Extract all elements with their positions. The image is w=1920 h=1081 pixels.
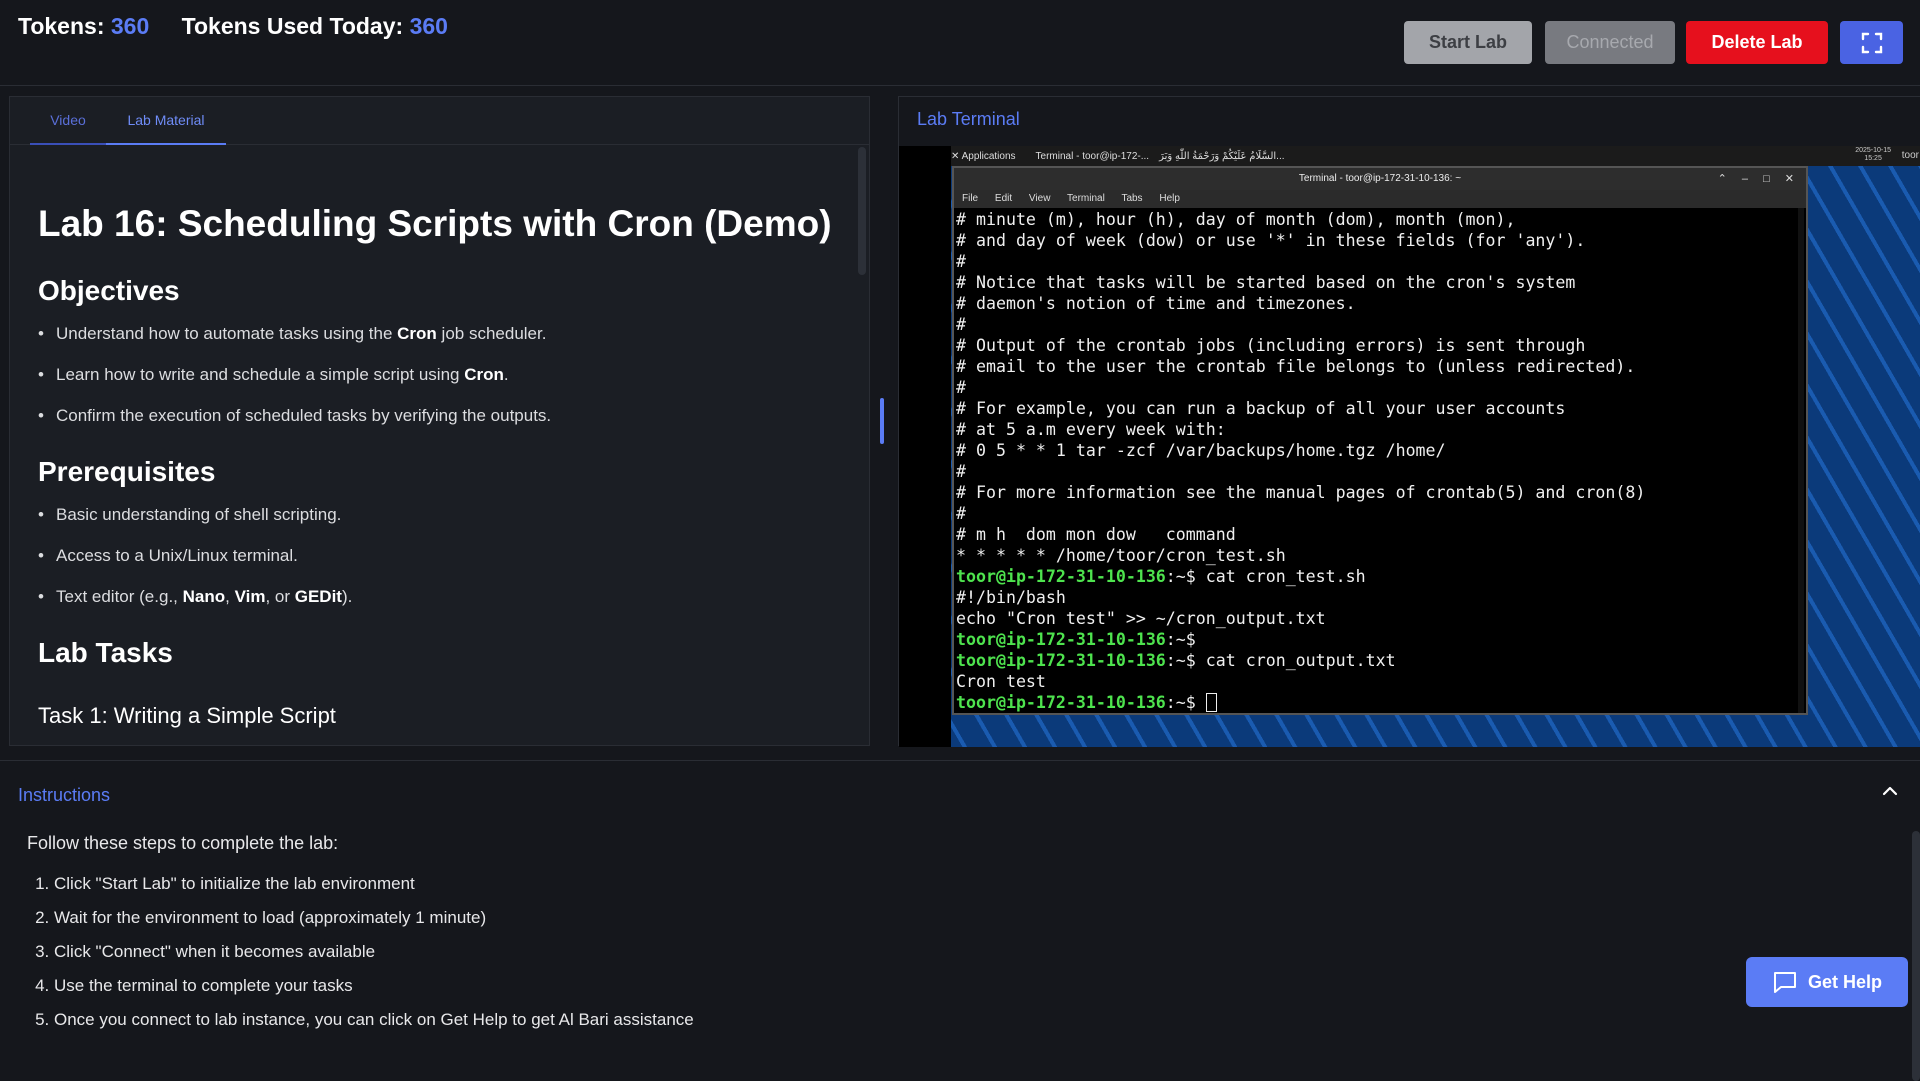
terminal-line: toor@ip-172-31-10-136:~$ cat cron_output… — [956, 651, 1396, 670]
taskbar-arabic[interactable]: السَّلَامُ عَلَيْكُمْ وَرَحْمَةُ اللّٰهِ… — [1159, 151, 1284, 162]
list-item: Understand how to automate tasks using t… — [38, 323, 860, 344]
token-counter: Tokens: 360 Tokens Used Today: 360 — [18, 13, 448, 40]
tab-bar: Video Lab Material — [10, 97, 869, 145]
menu-terminal[interactable]: Terminal — [1067, 193, 1105, 204]
list-item: Click "Connect" when it becomes availabl… — [54, 941, 694, 962]
terminal-line: # email to the user the crontab file bel… — [956, 357, 1636, 376]
terminal-line: * * * * * /home/toor/cron_test.sh — [956, 546, 1286, 565]
tokens-value: 360 — [110, 13, 150, 39]
lab-title: Lab 16: Scheduling Scripts with Cron (De… — [38, 203, 832, 244]
connected-button[interactable]: Connected — [1545, 21, 1675, 64]
tokens-label: Tokens: — [18, 13, 105, 39]
tokens-used-label: Tokens Used Today: — [181, 13, 404, 39]
material-scrollbar[interactable] — [858, 147, 866, 743]
instructions-steps: Click "Start Lab" to initialize the lab … — [54, 873, 694, 1043]
delete-lab-button[interactable]: Delete Lab — [1686, 21, 1828, 64]
list-item: Once you connect to lab instance, you ca… — [54, 1009, 694, 1030]
applications-menu[interactable]: ✕ Applications — [951, 151, 1026, 162]
desktop-user: toor — [1901, 150, 1919, 161]
terminal-line: # Output of the crontab jobs (including … — [956, 336, 1586, 355]
prerequisites-heading: Prerequisites — [38, 456, 216, 487]
menu-help[interactable]: Help — [1159, 193, 1180, 204]
start-lab-button[interactable]: Start Lab — [1404, 21, 1532, 64]
window-controls[interactable]: ⌃ – □ ✕ — [1718, 168, 1800, 190]
terminal-line: # Notice that tasks will be started base… — [956, 273, 1576, 292]
panel-resize-handle[interactable] — [880, 398, 884, 444]
menu-view[interactable]: View — [1029, 193, 1051, 204]
terminal-line: # and day of week (dow) or use '*' in th… — [956, 231, 1586, 250]
terminal-line: #!/bin/bash — [956, 588, 1066, 607]
prerequisites-list: Basic understanding of shell scripting. … — [38, 504, 860, 607]
terminal-line: # minute (m), hour (h), day of month (do… — [956, 210, 1516, 229]
menu-tabs[interactable]: Tabs — [1121, 193, 1142, 204]
tab-lab-material[interactable]: Lab Material — [106, 97, 226, 145]
instructions-panel: Instructions Follow these steps to compl… — [0, 760, 1920, 1081]
taskbar-terminal[interactable]: Terminal - toor@ip-172-... — [1036, 151, 1150, 162]
terminal-line: toor@ip-172-31-10-136:~$ — [956, 692, 1806, 713]
task-1-heading: Task 1: Writing a Simple Script — [38, 703, 336, 728]
remote-desktop-view[interactable]: ✕ Applications Terminal - toor@ip-172-..… — [899, 146, 1920, 747]
terminal-output[interactable]: # minute (m), hour (h), day of month (do… — [954, 208, 1806, 713]
terminal-line: toor@ip-172-31-10-136:~$ cat cron_test.s… — [956, 567, 1366, 586]
terminal-scrollbar[interactable] — [1798, 208, 1804, 713]
tab-video[interactable]: Video — [30, 97, 106, 145]
terminal-menubar: File Edit View Terminal Tabs Help — [954, 190, 1806, 208]
get-help-label: Get Help — [1807, 971, 1882, 992]
terminal-line: # — [956, 252, 966, 271]
material-scroll-thumb[interactable] — [858, 147, 866, 275]
list-item: Wait for the environment to load (approx… — [54, 907, 694, 928]
lab-material-panel: Video Lab Material Lab 16: Scheduling Sc… — [9, 96, 870, 746]
list-item: Confirm the execution of scheduled tasks… — [38, 405, 860, 426]
list-item: Click "Start Lab" to initialize the lab … — [54, 873, 694, 894]
terminal-line: # daemon's notion of time and timezones. — [956, 294, 1356, 313]
get-help-button[interactable]: Get Help — [1746, 957, 1908, 1007]
terminal-line: echo "Cron test" >> ~/cron_output.txt — [956, 609, 1326, 628]
lab-material-content: Lab 16: Scheduling Scripts with Cron (De… — [10, 145, 860, 745]
fullscreen-button[interactable] — [1840, 21, 1903, 64]
terminal-line: # — [956, 315, 966, 334]
menu-file[interactable]: File — [962, 193, 978, 204]
chat-icon — [1773, 972, 1796, 993]
tokens-used-value: 360 — [409, 13, 448, 39]
collapse-button[interactable] — [1880, 781, 1900, 807]
list-item: Basic understanding of shell scripting. — [38, 504, 860, 525]
page-scrollbar[interactable] — [1912, 831, 1920, 1081]
top-bar: Tokens: 360 Tokens Used Today: 360 Start… — [0, 0, 1920, 86]
fullscreen-icon — [1861, 32, 1882, 53]
terminal-titlebar: Terminal - toor@ip-172-31-10-136: ~ ⌃ – … — [954, 168, 1806, 190]
list-item: Access to a Unix/Linux terminal. — [38, 545, 860, 566]
terminal-line: toor@ip-172-31-10-136:~$ — [956, 630, 1206, 649]
desktop-panel: ✕ Applications Terminal - toor@ip-172-..… — [951, 146, 1920, 166]
terminal-line: # at 5 a.m every week with: — [956, 420, 1226, 439]
instructions-title: Instructions — [18, 785, 111, 805]
terminal-line: # m h dom mon dow command — [956, 525, 1236, 544]
terminal-window[interactable]: Terminal - toor@ip-172-31-10-136: ~ ⌃ – … — [952, 166, 1808, 715]
instructions-intro: Follow these steps to complete the lab: — [27, 833, 339, 853]
terminal-line: # 0 5 * * 1 tar -zcf /var/backups/home.t… — [956, 441, 1446, 460]
lab-terminal-panel: Lab Terminal ✕ Applications Terminal - t… — [898, 96, 1920, 747]
terminal-line: # For example, you can run a backup of a… — [956, 399, 1566, 418]
terminal-line: # For more information see the manual pa… — [956, 483, 1646, 502]
list-item: Use the terminal to complete your tasks — [54, 975, 694, 996]
list-item: Learn how to write and schedule a simple… — [38, 364, 860, 385]
lab-terminal-title: Lab Terminal — [917, 109, 1020, 129]
terminal-line: # — [956, 378, 966, 397]
chevron-up-icon — [1882, 786, 1898, 796]
terminal-cursor — [1205, 693, 1217, 712]
list-item: Text editor (e.g., Nano, Vim, or GEDit). — [38, 586, 860, 607]
objectives-heading: Objectives — [38, 275, 180, 306]
menu-edit[interactable]: Edit — [995, 193, 1012, 204]
terminal-line: Cron test — [956, 672, 1046, 691]
terminal-line: # — [956, 462, 966, 481]
objectives-list: Understand how to automate tasks using t… — [38, 323, 860, 426]
terminal-line: # — [956, 504, 966, 523]
desktop-clock: 2025-10-15 15:25 — [1855, 147, 1891, 162]
lab-tasks-heading: Lab Tasks — [38, 637, 173, 668]
